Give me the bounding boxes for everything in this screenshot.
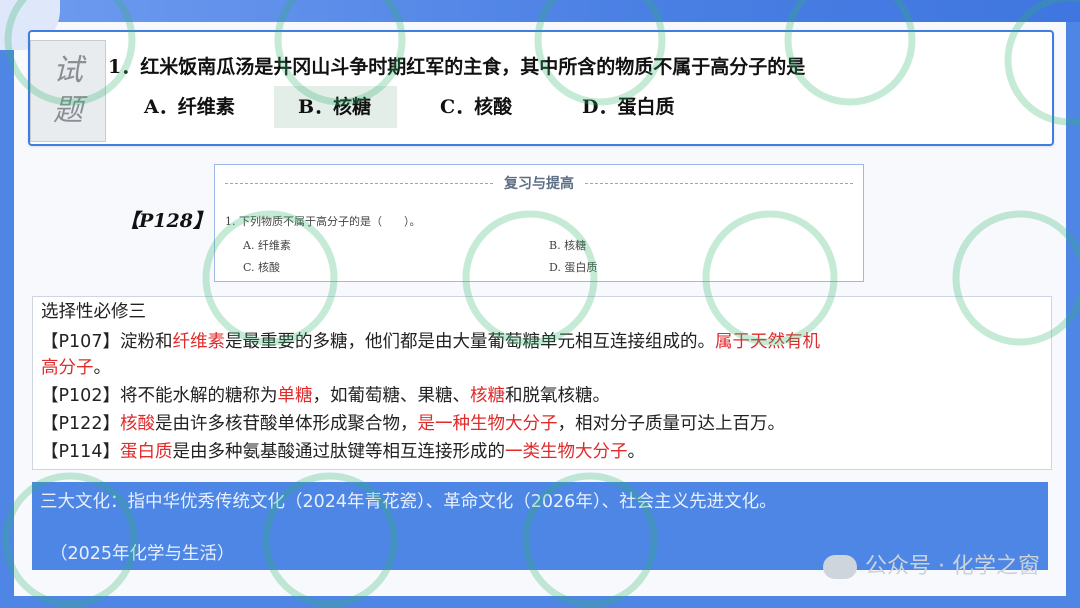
question-title: 1．红米饭南瓜汤是井冈山斗争时期红军的主食，其中所含的物质不属于高分子的是 (108, 56, 806, 78)
reference-p107: 【P107】淀粉和纤维素是最重要的多糖，他们都是由大量葡萄糖单元相互连接组成的。… (41, 332, 820, 352)
question-card (28, 30, 1054, 146)
question-options: A．纤维素 B．核糖 C．核酸 D．蛋白质 (144, 86, 704, 128)
excerpt-option-c: C. 核酸 (243, 261, 281, 274)
wechat-credit: 公众号 · 化学之窗 (823, 548, 1040, 580)
option-d: D．蛋白质 (582, 96, 675, 118)
page-reference: 【P128】 (120, 210, 212, 232)
reference-p107-cont: 高分子。 (41, 358, 111, 378)
textbook-excerpt: 复习与提高 1. 下列物质不属于高分子的是（ ）。 A. 纤维素 B. 核糖 C… (214, 164, 864, 282)
seal-icon: 试 题 (30, 40, 106, 142)
culture-line-2: （2025年化学与生活） (50, 544, 235, 564)
option-b: B．核糖 (274, 86, 398, 128)
option-a: A．纤维素 (144, 96, 235, 118)
reference-p114: 【P114】蛋白质是由多种氨基酸通过肽键等相互连接形成的一类生物大分子。 (41, 442, 645, 462)
seal-char-1: 试 (53, 53, 83, 88)
culture-line-1: 三大文化：指中华优秀传统文化（2024年青花瓷）、革命文化（2026年）、社会主… (40, 492, 777, 512)
excerpt-option-d: D. 蛋白质 (549, 261, 598, 274)
seal-char-2: 题 (53, 93, 83, 128)
reference-p122: 【P122】核酸是由许多核苷酸单体形成聚合物，是一种生物大分子，相对分子质量可达… (41, 414, 785, 434)
excerpt-heading: 复习与提高 (215, 173, 863, 193)
option-c: C．核酸 (440, 96, 513, 118)
references-box: 选择性必修三 【P107】淀粉和纤维素是最重要的多糖，他们都是由大量葡萄糖单元相… (32, 296, 1052, 470)
top-strip (0, 0, 1080, 22)
reference-p102: 【P102】将不能水解的糖称为单糖，如葡萄糖、果糖、核糖和脱氧核糖。 (41, 386, 610, 406)
excerpt-option-a: A. 纤维素 (243, 239, 291, 252)
wechat-icon (823, 555, 858, 579)
excerpt-option-b: B. 核糖 (549, 239, 587, 252)
excerpt-question: 1. 下列物质不属于高分子的是（ ）。 (225, 215, 421, 228)
references-heading: 选择性必修三 (41, 302, 146, 322)
